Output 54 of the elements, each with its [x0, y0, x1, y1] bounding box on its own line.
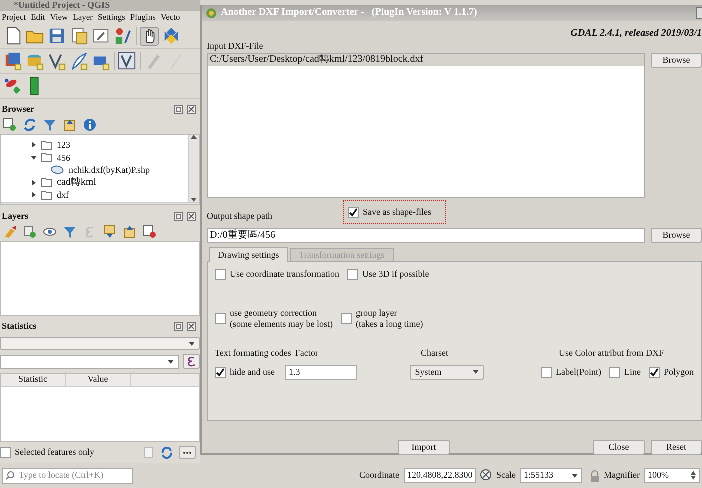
file-list[interactable]: C:/Users/User/Desktop/cad轉kml/123/0819block.dxf [207, 53, 645, 198]
scale-combo[interactable]: 1:55133 [520, 468, 582, 483]
field-label: Text formating codes [215, 348, 292, 358]
menu-item[interactable]: Vecto [160, 12, 180, 22]
tree-item[interactable]: cad轉kml [57, 177, 96, 188]
checkbox-label: Label(Point) [556, 367, 602, 378]
window-title: *Untitled Project - QGIS [14, 0, 110, 10]
list-item[interactable]: C:/Users/User/Desktop/cad轉kml/123/0819block.dxf [208, 54, 644, 66]
status-label: Magnifier [604, 470, 640, 481]
tree-item[interactable]: dxf [57, 190, 69, 200]
menu-item[interactable]: View [50, 12, 68, 22]
tree-item[interactable]: nchik.dxf(byKat)P.shp [69, 165, 150, 176]
panel-title: Browser [2, 104, 34, 114]
checkbox-label: Polygon [664, 367, 694, 378]
checkbox-label: group layer (takes a long time) [356, 308, 424, 330]
dialog-button[interactable]: Close [593, 440, 645, 455]
dialog-button[interactable]: Import [398, 440, 450, 455]
checkbox-label: use geometry correction (some elements may be lost) [230, 308, 333, 330]
menu-item[interactable]: Plugins [130, 12, 156, 22]
tab[interactable]: Drawing settings [209, 247, 288, 262]
coordinate-field[interactable]: 120.4808,22.8300 [404, 468, 476, 483]
locator-field[interactable]: Type to locate (Ctrl+K) [2, 468, 133, 484]
magnifier-spinbox[interactable]: 100% [644, 468, 700, 483]
checkbox-label: Save as shape-files [363, 206, 432, 218]
menu-item[interactable]: Project [2, 12, 26, 22]
version-text: GDAL 2.4.1, released 2019/03/1 [570, 27, 702, 41]
menu-item[interactable]: Edit [31, 12, 46, 22]
checkbox-label: hide and use [230, 367, 275, 378]
status-label: Scale [496, 470, 516, 481]
field-label: Output shape path [207, 210, 274, 223]
dialog-title: Another DXF Import/Converter - (PlugIn Version: V 1.1.7) [221, 7, 478, 19]
column-header[interactable]: Statistic [1, 374, 66, 386]
checkbox-label: Use 3D if possible [362, 269, 430, 280]
tree-item[interactable]: 123 [57, 140, 70, 150]
browse-button[interactable]: Browse [651, 228, 702, 243]
menu-item[interactable]: Layer [73, 12, 93, 22]
browse-button[interactable]: Browse [651, 53, 702, 68]
dialog-button[interactable]: Reset [651, 440, 702, 455]
status-label: Coordinate [360, 470, 400, 481]
column-header[interactable]: Value [66, 374, 131, 386]
path-field[interactable]: D:/0重要區/456 [207, 228, 645, 243]
charset-dropdown[interactable]: System [410, 364, 484, 380]
menu-item[interactable]: Settings [98, 12, 126, 22]
tree-item[interactable]: 456 [57, 152, 70, 163]
factor-field[interactable]: 1.3 [285, 364, 357, 380]
checkbox-label: Use coordinate transformation [230, 269, 340, 280]
panel-title: Statistics [2, 320, 36, 332]
field-label: Factor [295, 348, 318, 358]
field-label: Charset [421, 348, 448, 358]
checkbox-label: Line [624, 367, 641, 378]
field-label: Use Color attribut from DXF [559, 348, 664, 358]
field-label: Input DXF-File [207, 41, 264, 51]
checkbox-label: Selected features only [15, 447, 94, 458]
panel-title: Layers [2, 210, 28, 222]
